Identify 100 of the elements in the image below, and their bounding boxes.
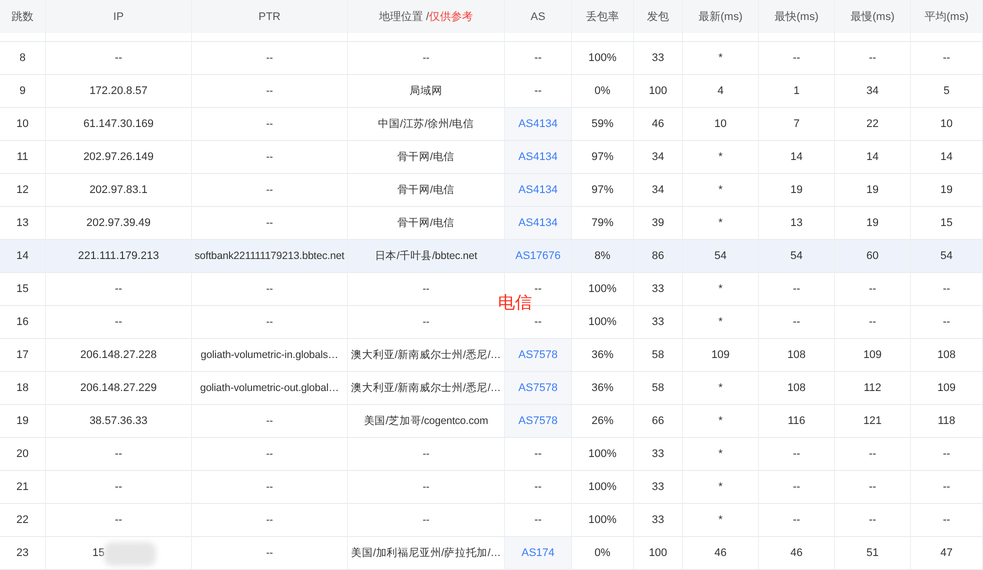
- table-cell: 22: [835, 108, 911, 140]
- table-cell: *: [683, 273, 759, 305]
- table-cell: 33: [634, 438, 683, 470]
- column-header: 最新(ms): [683, 0, 759, 33]
- table-cell: *: [683, 141, 759, 173]
- as-link[interactable]: AS17676: [515, 250, 561, 262]
- table-cell: --: [911, 273, 983, 305]
- table-cell: 100%: [572, 306, 634, 338]
- table-cell: 58: [634, 372, 683, 404]
- table-cell: 108: [759, 339, 835, 371]
- table-cell: 202.97.83.1: [46, 174, 192, 206]
- table-cell: 15: [911, 207, 983, 239]
- table-cell: 221.111.179.213: [46, 240, 192, 272]
- table-cell: 100: [634, 75, 683, 107]
- table-cell: 36%: [572, 372, 634, 404]
- table-cell: 54: [683, 240, 759, 272]
- table-cell: 15: [92, 547, 105, 559]
- table-cell: 109: [683, 339, 759, 371]
- table-cell: 33: [634, 504, 683, 536]
- table-cell: --: [911, 438, 983, 470]
- table-cell: 108: [911, 339, 983, 371]
- table-cell: 33: [634, 42, 683, 74]
- table-cell: 59%: [572, 108, 634, 140]
- table-cell: 33: [634, 273, 683, 305]
- table-cell: 118: [911, 405, 983, 437]
- table-cell: 34: [634, 141, 683, 173]
- table-cell: --: [348, 42, 505, 74]
- table-cell: 36%: [572, 339, 634, 371]
- table-cell: --: [911, 471, 983, 503]
- table-cell: 100%: [572, 471, 634, 503]
- table-cell: 202.97.26.149: [46, 141, 192, 173]
- table-cell: 34: [835, 75, 911, 107]
- column-header: PTR: [192, 0, 348, 33]
- table-cell: 66: [634, 405, 683, 437]
- table-cell: --: [192, 42, 348, 74]
- table-cell: 14: [835, 141, 911, 173]
- table-cell: 20: [0, 438, 46, 470]
- table-cell: --: [46, 42, 192, 74]
- table-cell: 100%: [572, 438, 634, 470]
- table-cell: 10: [683, 108, 759, 140]
- table-cell: 7: [759, 108, 835, 140]
- column-header: 丢包率: [572, 0, 634, 33]
- table-cell: 46: [683, 537, 759, 569]
- table-cell: --: [192, 75, 348, 107]
- table-cell: --: [46, 471, 192, 503]
- table-cell: 21: [0, 471, 46, 503]
- table-cell: --: [835, 306, 911, 338]
- column-header: 平均(ms): [911, 0, 983, 33]
- column-header: IP: [46, 0, 192, 33]
- column-header: 最快(ms): [759, 0, 835, 33]
- table-cell: 19: [835, 207, 911, 239]
- table-cell: 18: [0, 372, 46, 404]
- table-cell: 97%: [572, 174, 634, 206]
- table-cell: --: [46, 306, 192, 338]
- table-cell: --: [192, 108, 348, 140]
- table-cell: 8%: [572, 240, 634, 272]
- table-cell: 10: [911, 108, 983, 140]
- table-cell: 局域网: [348, 75, 505, 107]
- table-cell: --: [192, 537, 348, 569]
- table-cell: --: [505, 75, 572, 107]
- table-cell: --: [348, 471, 505, 503]
- table-cell: 58: [634, 339, 683, 371]
- table-cell: goliath-volumetric-in.globals…: [192, 339, 348, 371]
- table-cell: 33: [634, 306, 683, 338]
- table-cell: 100%: [572, 273, 634, 305]
- table-cell: 33: [634, 471, 683, 503]
- table-cell: 5: [911, 75, 983, 107]
- table-cell: 34: [634, 174, 683, 206]
- table-cell: 100%: [572, 504, 634, 536]
- table-cell: --: [835, 504, 911, 536]
- as-link[interactable]: AS174: [521, 547, 555, 559]
- table-cell: 100%: [572, 42, 634, 74]
- table-cell: --: [46, 438, 192, 470]
- table-cell: --: [46, 504, 192, 536]
- table-cell: *: [683, 207, 759, 239]
- table-cell: --: [759, 306, 835, 338]
- table-cell: --: [759, 504, 835, 536]
- table-cell: 11: [0, 141, 46, 173]
- table-cell: *: [683, 471, 759, 503]
- table-cell: 17: [0, 339, 46, 371]
- table-cell: 10: [0, 108, 46, 140]
- table-cell: 19: [759, 174, 835, 206]
- table-cell: 116: [759, 405, 835, 437]
- table-cell: --: [348, 504, 505, 536]
- table-cell: *: [683, 372, 759, 404]
- table-cell: 108: [759, 372, 835, 404]
- table-cell: --: [192, 438, 348, 470]
- table-cell: --: [911, 504, 983, 536]
- column-header: 跳数: [0, 0, 46, 33]
- column-header: 发包: [634, 0, 683, 33]
- table-cell: --: [505, 471, 572, 503]
- table-cell: *: [683, 306, 759, 338]
- table-cell: --: [192, 174, 348, 206]
- table-cell: 202.97.39.49: [46, 207, 192, 239]
- table-cell: 54: [911, 240, 983, 272]
- table-cell: 172.20.8.57: [46, 75, 192, 107]
- table-cell: 14: [0, 240, 46, 272]
- table-cell: 1: [759, 75, 835, 107]
- table-cell: --: [835, 273, 911, 305]
- table-cell: 51: [835, 537, 911, 569]
